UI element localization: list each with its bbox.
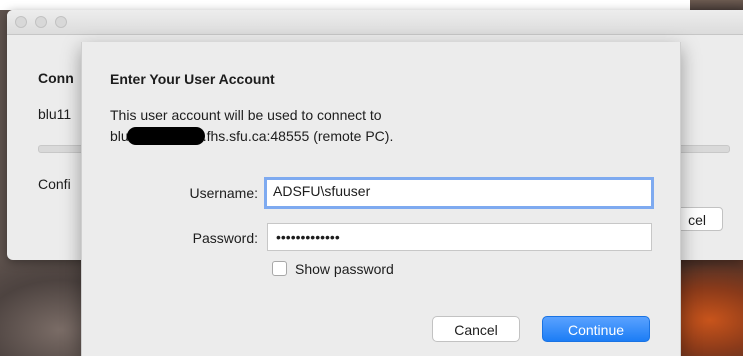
- host-suffix: .fhs.sfu.ca:48555 (remote PC).: [202, 128, 394, 144]
- connection-heading: Conn: [38, 70, 74, 86]
- zoom-window-icon[interactable]: [55, 16, 67, 28]
- password-label: Password:: [192, 230, 258, 246]
- password-field[interactable]: •••••••••••••: [267, 223, 652, 251]
- message-line: This user account will be used to connec…: [110, 107, 382, 123]
- window-titlebar: [7, 10, 743, 35]
- redaction-mark: [126, 127, 205, 145]
- user-account-sheet: Enter Your User Account This user accoun…: [81, 42, 681, 356]
- sheet-message: This user account will be used to connec…: [110, 105, 630, 147]
- cancel-button[interactable]: Cancel: [432, 316, 520, 342]
- minimize-window-icon[interactable]: [35, 16, 47, 28]
- username-field[interactable]: ADSFU\sfuuser: [264, 177, 654, 209]
- connection-status: Confi: [38, 176, 71, 192]
- connection-host: blu11: [38, 106, 72, 122]
- continue-button[interactable]: Continue: [542, 316, 650, 342]
- sheet-title: Enter Your User Account: [110, 71, 275, 87]
- show-password-label[interactable]: Show password: [295, 261, 394, 277]
- close-window-icon[interactable]: [15, 16, 27, 28]
- show-password-checkbox[interactable]: [272, 261, 287, 276]
- top-strip: [0, 0, 743, 10]
- host-prefix: blu: [110, 128, 129, 144]
- username-label: Username:: [189, 185, 258, 201]
